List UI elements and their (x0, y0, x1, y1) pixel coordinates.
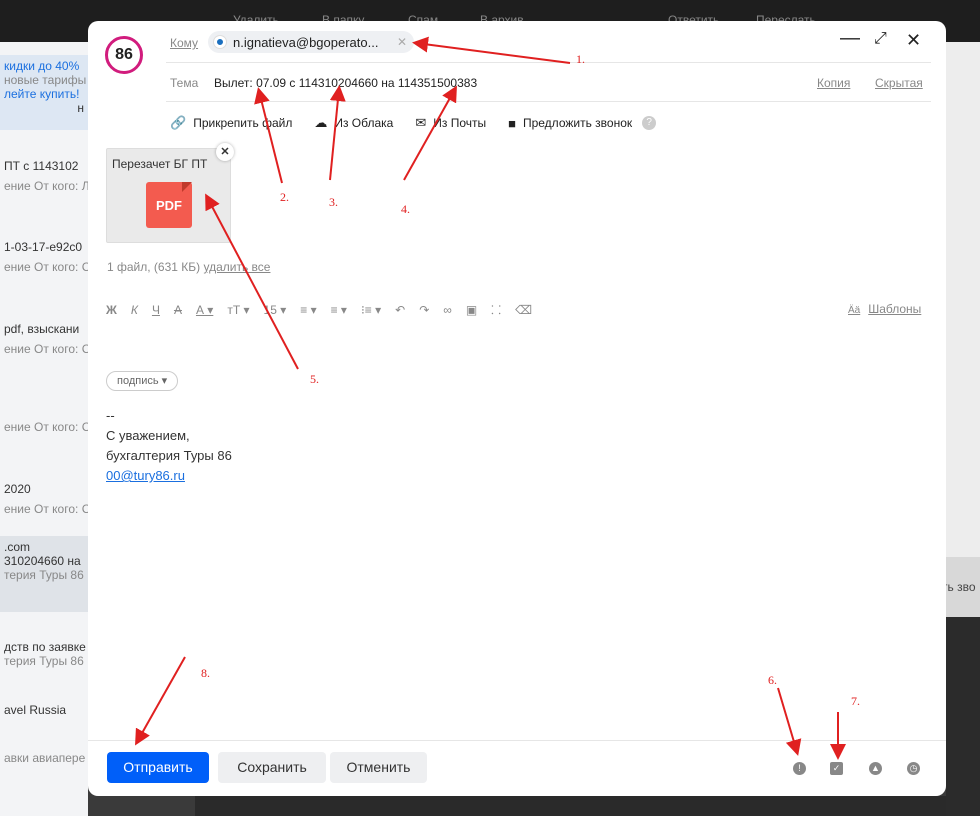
compose-window: 86 Кому n.ignatieva@bgoperato... ✕ — ⤢ ✕… (88, 21, 946, 796)
bold-button[interactable]: Ж (106, 303, 117, 317)
send-button[interactable]: Отправить (107, 752, 209, 783)
image-icon[interactable]: ▣ (466, 303, 477, 317)
undo-icon[interactable]: ↶ (395, 303, 405, 317)
reminder-bell-icon[interactable]: ▲ (869, 762, 882, 775)
video-camera-icon: ■ (508, 115, 516, 131)
list-item[interactable]: ПТ с 1143102 ение От кого: Л (0, 159, 88, 193)
align-button[interactable]: ≡ ▾ (300, 303, 316, 317)
help-icon[interactable]: ? (642, 116, 657, 130)
annotation-label: 7. (851, 694, 860, 708)
cancel-button[interactable]: Отменить (330, 752, 427, 783)
recipient-email: n.ignatieva@bgoperato... (233, 34, 379, 50)
format-toolbar: Ж К Ч А А ▾ тТ ▾ 15 ▾ ≡ ▾ ≡ ▾ ⁝≡ ▾ ↶ ↷ ∞… (106, 301, 546, 318)
font-size-button[interactable]: 15 ▾ (264, 303, 287, 317)
redo-icon[interactable]: ↷ (419, 303, 429, 317)
email-link[interactable]: 00@tury86.ru (106, 468, 185, 483)
attachment-name: Перезачет БГ ПТ (112, 157, 208, 171)
schedule-clock-icon[interactable]: ◷ (907, 762, 920, 775)
annotation-label: 2. (280, 190, 289, 204)
spellcheck-icon[interactable]: Ää (848, 305, 860, 316)
attach-toolbar: 🔗 Прикрепить файл ☁ Из Облака ✉ Из Почты ■ П… (170, 115, 657, 131)
call-hint: ть зво (946, 580, 976, 594)
underline-button[interactable]: Ч (152, 303, 160, 317)
link-icon[interactable]: ∞ (443, 303, 452, 317)
avatar[interactable]: 86 (105, 36, 143, 74)
list-button[interactable]: ⁝≡ ▾ (361, 303, 381, 317)
list-item[interactable]: 1-03-17-e92c0 ение От кого: C (0, 240, 88, 274)
list-item-selected[interactable]: .com 310204660 на терия Туры 86 (0, 536, 88, 612)
templates-link[interactable]: Ää Шаблоны (848, 302, 921, 316)
file-info: 1 файл, (631 КБ) удалить все (107, 260, 271, 274)
subject-field[interactable]: Вылет: 07.09 с 114310204660 на 114351500… (214, 76, 477, 90)
save-button[interactable]: Сохранить (218, 752, 326, 783)
strike-button[interactable]: А (174, 303, 182, 317)
message-list-background: кидки до 40% новые тарифы лейте купить! … (0, 42, 88, 816)
divider (88, 740, 946, 741)
close-button[interactable]: ✕ (906, 30, 921, 51)
reading-pane-background: ть зво (946, 42, 980, 816)
list-item[interactable]: авки авиапере (0, 751, 88, 765)
attach-file-button[interactable]: 🔗 Прикрепить файл (170, 115, 292, 131)
suggest-call-button[interactable]: ■ Предложить звонок (508, 116, 632, 131)
recipient-avatar-icon (214, 36, 226, 48)
from-mail-button[interactable]: ✉ Из Почты (415, 115, 486, 131)
minimize-button[interactable]: — (840, 27, 860, 50)
font-style-button[interactable]: тТ ▾ (227, 303, 249, 317)
to-label[interactable]: Кому (170, 36, 198, 50)
attachment-card[interactable]: Перезачет БГ ПТ PDF (106, 148, 231, 243)
eraser-icon[interactable]: ⌫ (515, 303, 532, 317)
list-item[interactable]: ение От кого: C (0, 420, 88, 434)
divider (166, 101, 931, 102)
annotation-label: 8. (201, 666, 210, 680)
subject-label: Тема (170, 76, 199, 90)
delete-all-link[interactable]: удалить все (203, 260, 270, 274)
annotation-label: 4. (401, 202, 410, 216)
paperclip-icon: 🔗 (170, 115, 187, 130)
remove-recipient-icon[interactable]: ✕ (397, 35, 407, 49)
message-body[interactable]: -- С уважением, бухгалтерия Туры 86 00@t… (106, 406, 232, 486)
annotation-label: 5. (310, 372, 319, 386)
signature-selector[interactable]: подпись ▾ (106, 371, 179, 391)
list-item[interactable]: avel Russia (0, 703, 88, 717)
background-image-strip (195, 796, 946, 816)
from-cloud-button[interactable]: ☁ Из Облака (314, 115, 393, 131)
importance-icon[interactable]: ! (793, 762, 806, 775)
annotation-label: 3. (329, 195, 338, 209)
italic-button[interactable]: К (131, 303, 138, 317)
pdf-icon: PDF (146, 182, 192, 228)
annotation-label: 6. (768, 673, 777, 687)
expand-icon[interactable]: ⤢ (874, 30, 887, 48)
recipient-chip[interactable]: n.ignatieva@bgoperato... ✕ (208, 31, 414, 53)
list-item[interactable]: 2020 ение От кого: C (0, 482, 88, 516)
cloud-icon: ☁ (314, 115, 328, 130)
list-item[interactable]: кидки до 40% новые тарифы лейте купить! … (0, 55, 88, 130)
list-item[interactable]: дств по заявке терия Туры 86 (0, 640, 88, 668)
cc-link[interactable]: Копия (817, 76, 850, 90)
indent-button[interactable]: ≡ ▾ (331, 303, 347, 317)
bcc-link[interactable]: Скрытая (875, 76, 923, 90)
read-receipt-icon[interactable]: ✓ (830, 762, 843, 775)
envelope-icon: ✉ (415, 115, 427, 130)
translate-icon[interactable]: ⸬ (491, 301, 501, 318)
list-item[interactable]: pdf, взыскани ение От кого: C (0, 322, 88, 356)
text-color-button[interactable]: А ▾ (196, 303, 213, 317)
divider (166, 62, 931, 63)
remove-attachment-icon[interactable]: ✕ (216, 143, 234, 161)
annotation-label: 1. (576, 52, 585, 66)
